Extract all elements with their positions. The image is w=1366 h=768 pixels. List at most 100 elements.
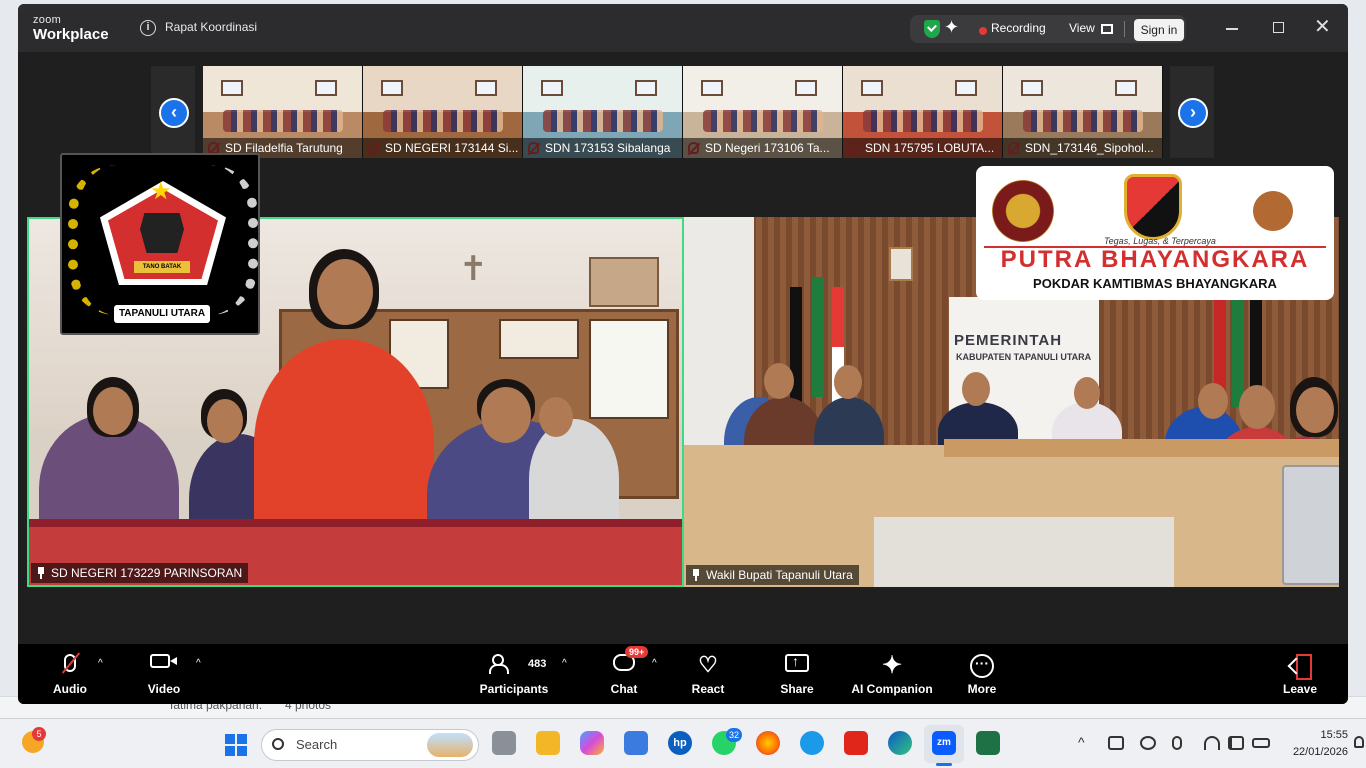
audio-button[interactable]: Audio: [48, 644, 92, 704]
video-name-label: Wakil Bupati Tapanuli Utara: [686, 565, 859, 585]
sparkle-icon: ✦: [881, 652, 903, 679]
info-icon[interactable]: i: [140, 20, 156, 36]
video-button[interactable]: Video: [142, 644, 186, 704]
star-icon: ★: [150, 178, 172, 205]
share-button[interactable]: Share: [776, 644, 818, 704]
chevron-right-icon[interactable]: ›: [1178, 98, 1208, 128]
search-placeholder: Search: [296, 737, 338, 752]
app-logo-bottom: Workplace: [33, 26, 109, 43]
chat-button[interactable]: 99+ Chat: [604, 644, 649, 704]
recording-label[interactable]: Recording: [991, 21, 1046, 35]
cross-icon: ✝: [459, 250, 488, 288]
participants-button[interactable]: 483 Participants: [476, 644, 552, 704]
firefox-icon[interactable]: [756, 731, 780, 755]
maximize-icon[interactable]: [1273, 22, 1284, 33]
putra-title: PUTRA BHAYANGKARA: [1000, 246, 1310, 273]
room-sign-subtitle: KABUPATEN TAPANULI UTARA: [956, 352, 1092, 362]
putra-subtitle: POKDAR KAMTIBMAS BHAYANGKARA: [1033, 276, 1277, 291]
camera-icon: [150, 654, 170, 668]
emblem-small-text: TANO BATAK: [134, 261, 190, 273]
participant-thumbnail[interactable]: SD Filadelfia Tarutung: [203, 66, 363, 158]
ai-companion-button[interactable]: ✦ AI Companion: [848, 644, 936, 704]
more-button[interactable]: ··· More: [962, 644, 1002, 704]
windows-taskbar: 5 Search hp 32 zm ^ 15:55 22/01/2026: [0, 718, 1366, 768]
edge-icon[interactable]: [888, 731, 912, 755]
pin-icon: [36, 567, 46, 579]
microsoft-store-icon[interactable]: [624, 731, 648, 755]
view-grid-icon[interactable]: [1101, 24, 1113, 34]
zoom-app-icon[interactable]: zm: [932, 731, 956, 755]
copilot-icon[interactable]: [580, 731, 604, 755]
video-label: Video: [147, 682, 181, 696]
minimize-icon[interactable]: [1226, 28, 1238, 30]
ai-sparkle-icon[interactable]: ✦: [944, 17, 959, 38]
active-app-indicator: [936, 763, 952, 766]
participant-thumbnail[interactable]: SDN_173146_Sipohol...: [1003, 66, 1163, 158]
mabes-polri-shield-icon: [1124, 174, 1182, 240]
audio-options-caret-icon[interactable]: ^: [98, 658, 103, 669]
speaker-muted-icon[interactable]: [1228, 736, 1244, 750]
putra-bhayangkara-banner: Tegas, Lugas, & Terpercaya PUTRA BHAYANG…: [976, 166, 1334, 300]
tapanuli-utara-emblem: ★ TANO BATAK TAPANULI UTARA: [60, 153, 260, 335]
battery-icon[interactable]: [1252, 738, 1270, 748]
share-label: Share: [780, 682, 814, 696]
file-explorer-icon[interactable]: [536, 731, 560, 755]
share-screen-icon: [785, 653, 809, 672]
chat-options-caret-icon[interactable]: ^: [652, 658, 657, 669]
wifi-icon[interactable]: [1204, 736, 1220, 750]
notification-muted-icon[interactable]: [1140, 736, 1156, 750]
task-view-icon[interactable]: [492, 731, 516, 755]
notification-bell-icon[interactable]: [1354, 736, 1364, 748]
view-button[interactable]: View: [1069, 21, 1095, 35]
network-drive-icon[interactable]: [1108, 736, 1124, 750]
leave-button[interactable]: Leave: [1280, 644, 1320, 704]
eagle-emblem-icon: [1242, 180, 1304, 242]
recording-dot-icon: [979, 27, 987, 35]
clock-date[interactable]: 22/01/2026: [1290, 746, 1348, 758]
chevron-left-icon[interactable]: ‹: [159, 98, 189, 128]
participant-name: SDN_173146_Sipohol...: [1003, 138, 1162, 158]
security-shield-icon[interactable]: [924, 20, 940, 38]
excel-icon[interactable]: [976, 731, 1000, 755]
participant-video-name: Wakil Bupati Tapanuli Utara: [706, 568, 853, 582]
more-dots-icon: ···: [970, 654, 994, 678]
react-button[interactable]: ♡ React: [688, 644, 728, 704]
participant-thumbnail[interactable]: SD NEGERI 173144 Si...: [363, 66, 523, 158]
participants-count: 483: [528, 658, 547, 670]
emblem-left-icon: [992, 180, 1054, 242]
laptop: [1282, 465, 1339, 585]
participant-thumbnail[interactable]: SDN 173153 Sibalanga: [523, 66, 683, 158]
putra-tagline: Tegas, Lugas, & Terpercaya: [1104, 236, 1216, 246]
wps-office-icon[interactable]: [844, 731, 868, 755]
more-label: More: [967, 682, 997, 696]
participant-thumbnail[interactable]: SDN 175795 LOBUTA...: [843, 66, 1003, 158]
zoom-window: zoom Workplace i Rapat Koordinasi ✦ Reco…: [18, 4, 1348, 704]
chat-label: Chat: [610, 682, 638, 696]
video-name-label: SD NEGERI 173229 PARINSORAN: [31, 563, 249, 583]
chat-badge: 99+: [625, 646, 649, 658]
tray-overflow-icon[interactable]: ^: [1078, 734, 1085, 750]
help-icon[interactable]: [800, 731, 824, 755]
room-sign-title: PEMERINTAH: [954, 332, 1063, 349]
windows-start-icon[interactable]: [225, 734, 247, 756]
clock-time[interactable]: 15:55: [1312, 729, 1348, 741]
weather-badge: 5: [32, 727, 46, 741]
participant-name: SDN 173153 Sibalanga: [523, 138, 682, 158]
video-options-caret-icon[interactable]: ^: [196, 658, 201, 669]
participants-options-caret-icon[interactable]: ^: [562, 658, 567, 669]
close-icon[interactable]: ✕: [1314, 14, 1331, 39]
gallery-next: ›: [1170, 66, 1214, 158]
ai-companion-label: AI Companion: [851, 682, 933, 696]
app-logo-top: zoom: [33, 14, 62, 26]
sign-in-button[interactable]: Sign in: [1134, 19, 1184, 41]
participant-strip: SD Filadelfia Tarutung SD NEGERI 173144 …: [203, 66, 1163, 158]
participant-thumbnail[interactable]: SD Negeri 173106 Ta...: [683, 66, 843, 158]
microphone-icon[interactable]: [1172, 736, 1182, 750]
audio-label: Audio: [53, 682, 87, 696]
participant-name: SD NEGERI 173144 Si...: [363, 138, 522, 158]
participants-icon: [489, 654, 509, 674]
hp-icon[interactable]: hp: [668, 731, 692, 755]
whatsapp-badge: 32: [726, 728, 742, 742]
active-speaker-name: SD NEGERI 173229 PARINSORAN: [51, 566, 243, 580]
participant-name: SDN 175795 LOBUTA...: [843, 138, 1002, 158]
